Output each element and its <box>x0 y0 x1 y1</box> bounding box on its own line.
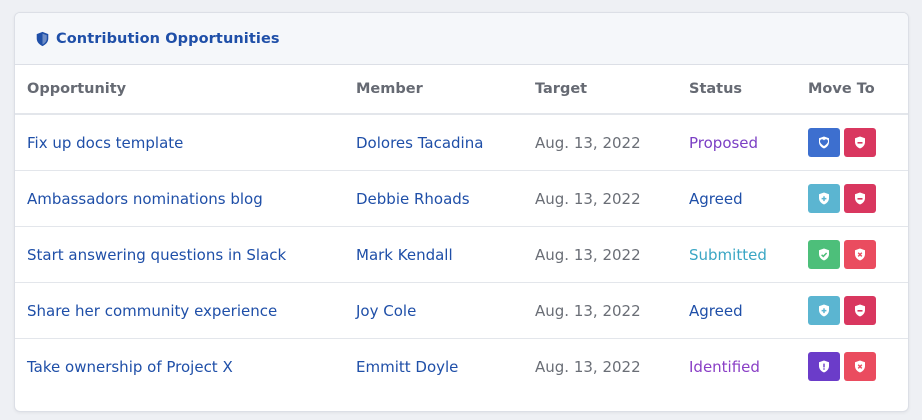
opportunity-link[interactable]: Ambassadors nominations blog <box>27 190 263 208</box>
shield-minus-icon <box>854 192 866 205</box>
table-row: Take ownership of Project X Emmitt Doyle A… <box>15 339 908 395</box>
move-to-button[interactable] <box>844 128 876 157</box>
shield-minus-icon <box>854 136 866 149</box>
move-to-cell <box>796 170 908 227</box>
table-row: Share her community experience Joy Cole Au… <box>15 282 908 339</box>
member-cell[interactable]: Dolores Tacadina <box>344 114 523 171</box>
opportunity-cell: Fix up docs template <box>15 114 344 171</box>
target-date-cell: Aug. 13, 2022 <box>535 357 641 376</box>
table-row: Start answering questions in Slack Mark K… <box>15 226 908 283</box>
shield-plus-icon <box>818 304 830 317</box>
move-to-button[interactable] <box>808 184 840 213</box>
status-cell: Agreed <box>677 282 796 339</box>
status-cell: Agreed <box>677 170 796 227</box>
opportunity-cell: Share her community experience <box>15 282 344 339</box>
move-to-cell <box>796 114 908 171</box>
member-cell[interactable]: Debbie Rhoads <box>344 170 523 227</box>
opportunity-link[interactable]: Share her community experience <box>27 302 277 320</box>
card-header: Contribution Opportunities <box>15 13 908 65</box>
move-to-button[interactable] <box>844 240 876 269</box>
shield-check-icon <box>818 248 830 261</box>
opportunity-link[interactable]: Start answering questions in Slack <box>27 246 286 264</box>
opportunities-table: Opportunity Member Target Status Move To… <box>15 65 908 394</box>
target-date-cell: Aug. 13, 2022 <box>523 170 677 227</box>
move-to-button[interactable] <box>844 296 876 325</box>
move-to-button[interactable] <box>808 296 840 325</box>
move-to-button[interactable] <box>808 240 840 269</box>
shield-x-icon <box>854 248 866 261</box>
status-cell: Identified <box>689 357 760 376</box>
opportunity-cell: Start answering questions in Slack <box>15 226 344 283</box>
column-header-status[interactable]: Status <box>677 65 796 115</box>
opportunity-link[interactable]: Fix up docs template <box>27 134 183 152</box>
opportunity-cell: Take ownership of Project X <box>15 339 344 395</box>
move-to-cell <box>796 282 908 339</box>
move-to-button[interactable] <box>844 352 876 381</box>
table-row: Ambassadors nominations blog Debbie Rhoad… <box>15 170 908 227</box>
member-cell[interactable]: Emmitt Doyle <box>344 339 523 395</box>
table-row: Fix up docs template Dolores Tacadina Aug.… <box>15 114 908 171</box>
opportunity-link[interactable]: Take ownership of Project X <box>27 358 233 376</box>
status-cell: Proposed <box>677 114 796 171</box>
column-header-move-to: Move To <box>796 65 908 115</box>
column-header-member[interactable]: Member <box>344 65 523 115</box>
move-to-button[interactable] <box>844 184 876 213</box>
opportunity-cell: Ambassadors nominations blog <box>15 170 344 227</box>
shield-icon <box>35 31 50 47</box>
shield-minus-icon <box>854 304 866 317</box>
status-cell: Submitted <box>677 226 796 283</box>
move-to-button[interactable] <box>808 128 840 157</box>
shield-plus-icon <box>818 192 830 205</box>
target-date-cell: Aug. 13, 2022 <box>523 114 677 171</box>
card-title: Contribution Opportunities <box>56 30 280 47</box>
shield-heart-icon <box>818 136 830 149</box>
table-header-row: Opportunity Member Target Status Move To <box>15 65 908 115</box>
member-cell[interactable]: Mark Kendall <box>344 226 523 283</box>
move-to-cell <box>796 226 908 283</box>
target-date-cell: Aug. 13, 2022 <box>523 226 677 283</box>
move-to-cell <box>796 339 908 395</box>
shield-x-icon <box>854 360 866 373</box>
contribution-opportunities-card: Contribution Opportunities Opportunity M… <box>14 12 909 412</box>
column-header-target[interactable]: Target <box>523 65 677 115</box>
column-header-opportunity[interactable]: Opportunity <box>15 65 344 115</box>
move-to-button[interactable] <box>808 352 840 381</box>
member-cell[interactable]: Joy Cole <box>344 282 523 339</box>
target-date-cell: Aug. 13, 2022 <box>523 282 677 339</box>
shield-exclamation-icon <box>818 360 830 373</box>
